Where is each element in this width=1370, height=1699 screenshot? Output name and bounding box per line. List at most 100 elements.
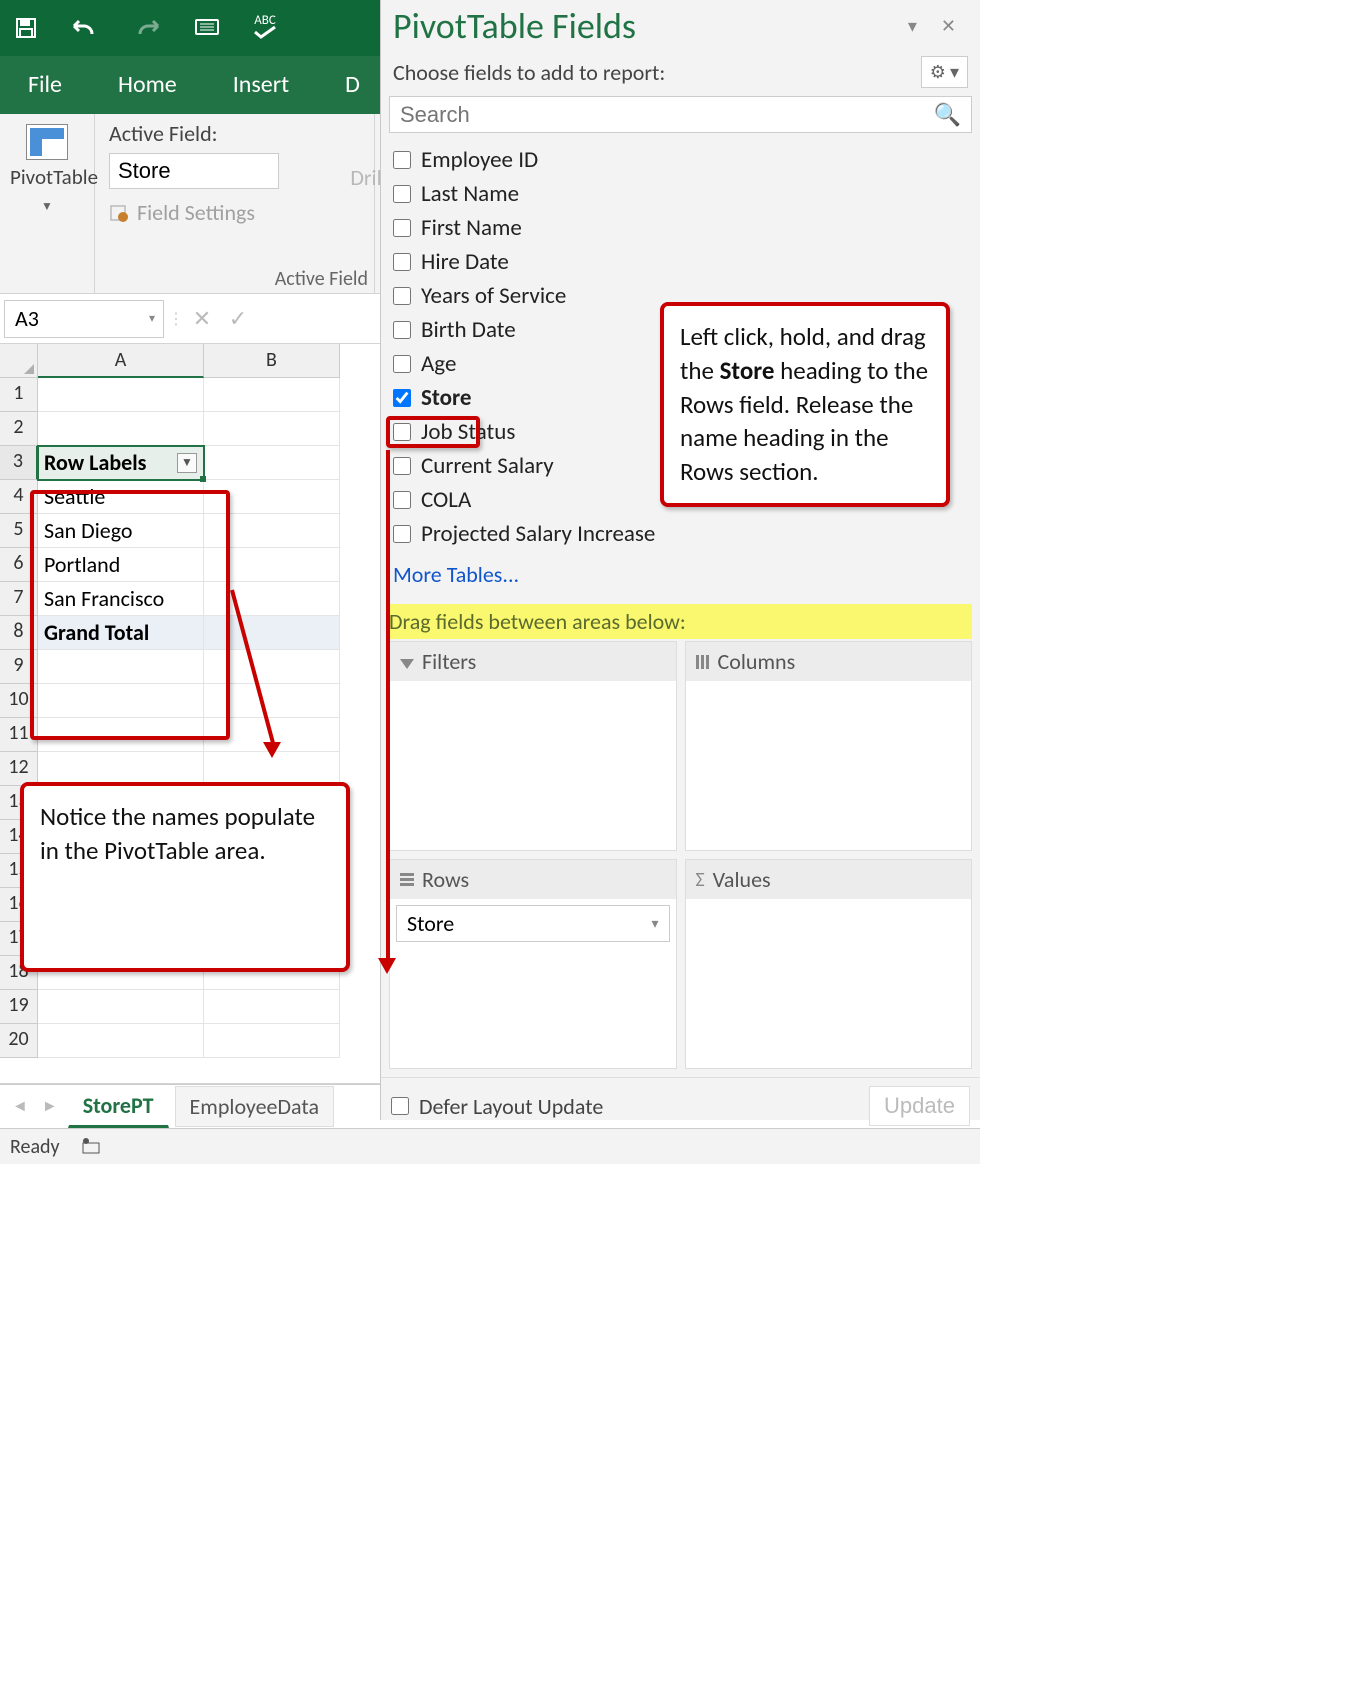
field-item[interactable]: Hire Date [389,245,972,279]
field-checkbox[interactable] [393,253,411,271]
field-checkbox[interactable] [393,151,411,169]
cell[interactable] [204,990,340,1024]
field-settings-button[interactable]: Field Settings [109,199,364,226]
sheet-nav-prev-icon[interactable]: ◄ [8,1097,32,1116]
pane-close-icon[interactable]: ✕ [929,15,968,37]
touch-mode-icon[interactable] [194,16,220,40]
select-all-corner[interactable] [0,344,38,378]
field-checkbox[interactable] [393,457,411,475]
cell[interactable]: Row Labels▼ [38,446,204,480]
field-label: Birth Date [421,316,516,344]
row-header[interactable]: 1 [0,378,38,412]
macro-record-icon[interactable] [80,1137,102,1161]
undo-icon[interactable] [70,16,100,40]
field-checkbox[interactable] [393,491,411,509]
redo-icon[interactable] [132,16,162,40]
field-item[interactable]: Employee ID [389,143,972,177]
pivottable-dropdown[interactable]: PivotTable ▼ [10,124,84,216]
filters-area[interactable]: Filters [389,641,677,851]
column-header-b[interactable]: B [204,344,340,378]
row-header[interactable]: 8 [0,616,38,650]
cell[interactable] [204,378,340,412]
row-header[interactable]: 12 [0,752,38,786]
cell[interactable]: San Francisco [38,582,204,616]
tab-file[interactable]: File [0,56,90,114]
row-header[interactable]: 2 [0,412,38,446]
field-item[interactable]: Last Name [389,177,972,211]
tab-insert[interactable]: Insert [205,56,317,114]
cell[interactable] [38,412,204,446]
search-icon[interactable]: 🔍 [934,101,961,128]
field-search-box[interactable]: 🔍 [389,96,972,133]
row-header[interactable]: 9 [0,650,38,684]
filter-dropdown-icon[interactable]: ▼ [177,453,197,473]
columns-area[interactable]: Columns [685,641,973,851]
sheet-nav-next-icon[interactable]: ► [38,1097,62,1116]
field-checkbox[interactable] [393,219,411,237]
field-checkbox[interactable] [393,321,411,339]
cell[interactable] [204,752,340,786]
cell[interactable] [204,446,340,480]
cell[interactable] [38,752,204,786]
cell[interactable]: Portland [38,548,204,582]
field-checkbox[interactable] [393,185,411,203]
cell[interactable] [38,378,204,412]
cell[interactable] [38,650,204,684]
row-header[interactable]: 11 [0,718,38,752]
row-header[interactable]: 5 [0,514,38,548]
field-checkbox[interactable] [393,355,411,373]
field-checkbox[interactable] [393,287,411,305]
more-tables-link[interactable]: More Tables... [389,551,980,598]
row-header[interactable]: 6 [0,548,38,582]
cell[interactable] [38,718,204,752]
row-header[interactable]: 10 [0,684,38,718]
rows-area-item-store[interactable]: Store [396,905,670,942]
cell[interactable] [204,412,340,446]
row-header[interactable]: 7 [0,582,38,616]
spelling-icon[interactable]: ABC [252,16,278,40]
row-header[interactable]: 19 [0,990,38,1024]
field-item[interactable]: First Name [389,211,972,245]
column-header-a[interactable]: A [38,344,204,378]
sheet-tab-storept[interactable]: StorePT [68,1085,169,1128]
field-item[interactable]: Projected Salary Increase [389,517,972,551]
rows-area[interactable]: Rows Store [389,859,677,1069]
field-checkbox[interactable] [393,389,411,407]
row-header[interactable]: 20 [0,1024,38,1058]
save-icon[interactable] [14,16,38,40]
values-area[interactable]: ΣValues [685,859,973,1069]
sheet-tab-employeedata[interactable]: EmployeeData [175,1086,335,1127]
cell[interactable] [204,1024,340,1058]
cell[interactable] [204,684,340,718]
pane-dropdown-icon[interactable]: ▾ [896,15,929,37]
cell[interactable] [38,990,204,1024]
cell[interactable] [204,616,340,650]
field-checkbox[interactable] [393,525,411,543]
tab-home[interactable]: Home [90,56,205,114]
row-header[interactable]: 3 [0,446,38,480]
field-label: Years of Service [421,282,566,310]
cancel-formula-icon[interactable]: ✕ [184,305,220,332]
cell[interactable] [204,650,340,684]
tab-next-partial[interactable]: D [317,56,388,114]
name-box[interactable]: A3 [4,300,164,338]
enter-formula-icon[interactable]: ✓ [220,305,256,332]
cell[interactable]: San Diego [38,514,204,548]
cell[interactable] [204,582,340,616]
cell[interactable]: Seattle [38,480,204,514]
cell[interactable] [204,514,340,548]
field-checkbox[interactable] [393,423,411,441]
pane-tools-button[interactable]: ⚙ ▾ [921,56,968,88]
row-header[interactable]: 4 [0,480,38,514]
defer-layout-checkbox[interactable] [391,1097,409,1115]
field-search-input[interactable] [400,102,934,128]
update-button[interactable]: Update [869,1086,970,1126]
cell[interactable]: Grand Total [38,616,204,650]
cell[interactable] [204,718,340,752]
cell[interactable] [38,1024,204,1058]
cell[interactable] [204,548,340,582]
active-field-input[interactable] [109,153,279,189]
cell[interactable] [204,480,340,514]
cell[interactable] [38,684,204,718]
active-field-label: Active Field: [109,120,364,147]
